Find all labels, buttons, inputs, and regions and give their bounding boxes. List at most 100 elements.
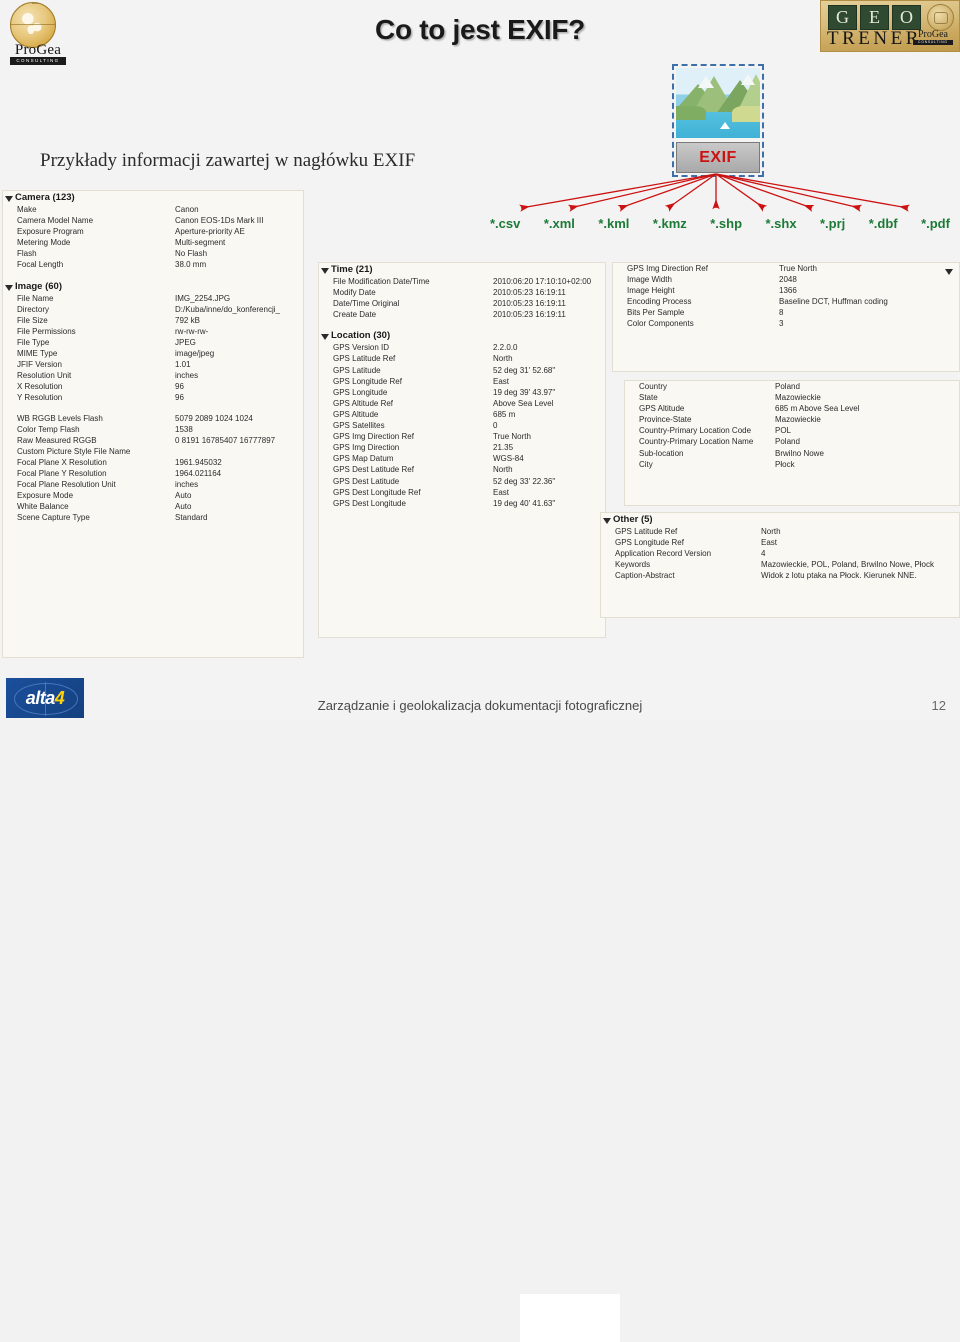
metadata-value: Above Sea Level (493, 398, 554, 408)
metadata-group-header[interactable]: Other (5) (601, 513, 959, 526)
metadata-value: 3 (779, 319, 784, 329)
metadata-row: GPS Dest Longitude 19 deg 40' 41.63" (319, 498, 605, 509)
metadata-value: 1964.021164 (175, 468, 222, 478)
metadata-row: File Size 792 kB (3, 315, 303, 326)
slide-canvas: ProGea CONSULTING G E O TRENER ProGea CO… (0, 0, 960, 1342)
metadata-value: Widok z lotu ptaka na Płock. Kierunek NN… (761, 571, 917, 581)
metadata-row: Focal Length 38.0 mm (3, 259, 303, 270)
metadata-key: WB RGGB Levels Flash (17, 413, 103, 423)
metadata-group-header[interactable]: Time (21) (319, 263, 605, 276)
metadata-row: Make Canon (3, 204, 303, 215)
metadata-value: 21.35 (493, 443, 514, 453)
metadata-value: East (493, 487, 510, 497)
metadata-value: 19 deg 40' 41.63" (493, 498, 556, 508)
metadata-row: Custom Picture Style File Name (3, 446, 303, 457)
metadata-value: Auto (175, 491, 192, 501)
metadata-row: Create Date 2010:05:23 16:19:11 (319, 309, 605, 320)
extension-pdf: *.pdf (921, 216, 950, 231)
metadata-value: D:/Kuba/inne/do_konferencji_ (175, 304, 280, 314)
metadata-row: Scene Capture Type Standard (3, 512, 303, 523)
metadata-key: GPS Dest Longitude Ref (333, 487, 421, 497)
metadata-row: Country-Primary Location Name Poland (625, 436, 959, 447)
metadata-key: Country-Primary Location Name (639, 437, 754, 447)
footer-white-patch (520, 1294, 620, 1342)
metadata-group-header[interactable]: Camera (123) (3, 191, 303, 204)
metadata-row: MIME Type image/jpeg (3, 348, 303, 359)
collapse-caret-icon[interactable] (945, 269, 953, 275)
metadata-value: 1366 (779, 286, 797, 296)
metadata-row: GPS Img Direction Ref True North (319, 431, 605, 442)
extension-shx: *.shx (765, 216, 797, 231)
metadata-row: GPS Longitude Ref East (601, 537, 959, 548)
seal-icon (927, 4, 954, 31)
metadata-key: Color Components (627, 319, 694, 329)
metadata-value: Multi-segment (175, 238, 226, 248)
metadata-value: 1538 (175, 424, 193, 434)
metadata-key: GPS Longitude Ref (615, 538, 684, 548)
metadata-row: GPS Dest Latitude Ref North (319, 464, 605, 475)
geotrener-partner-name: ProGea (918, 29, 948, 40)
metadata-value (175, 446, 303, 457)
metadata-key: Application Record Version (615, 549, 712, 559)
progea-logo: ProGea CONSULTING (4, 2, 76, 65)
metadata-row: Province-State Mazowieckie (625, 414, 959, 425)
metadata-row: Sub-location Brwilno Nowe (625, 448, 959, 459)
metadata-key: Sub-location (639, 448, 684, 458)
metadata-key: Country (639, 382, 668, 391)
metadata-value: 685 m Above Sea Level (775, 404, 860, 414)
metadata-value: Płock (775, 459, 795, 469)
metadata-row: GPS Latitude 52 deg 31' 52.68" (319, 365, 605, 376)
metadata-key: Directory (17, 304, 50, 314)
metadata-key: GPS Latitude Ref (615, 527, 678, 536)
metadata-row: GPS Img Direction Ref True North (613, 263, 959, 274)
metadata-value: 1.01 (175, 360, 191, 370)
metadata-row: Focal Plane Resolution Unit inches (3, 479, 303, 490)
metadata-key: JFIF Version (17, 360, 62, 370)
metadata-value: 96 (175, 382, 184, 392)
page-number: 12 (931, 698, 946, 713)
metadata-value: 38.0 mm (175, 260, 207, 270)
metadata-key: Image Height (627, 286, 675, 296)
metadata-value: 2010:05:23 16:19:11 (493, 288, 566, 298)
metadata-group-header[interactable]: Location (30) (319, 329, 605, 342)
metadata-row: GPS Version ID 2.2.0.0 (319, 342, 605, 353)
metadata-row: Bits Per Sample 8 (613, 307, 959, 318)
metadata-key: Custom Picture Style File Name (17, 446, 131, 456)
geotrener-letter-g: G (828, 5, 857, 30)
geotrener-letter-o: O (892, 5, 921, 30)
metadata-key: Date/Time Original (333, 299, 400, 309)
metadata-key: Create Date (333, 310, 377, 320)
metadata-row: Focal Plane Y Resolution 1964.021164 (3, 468, 303, 479)
metadata-row: JFIF Version 1.01 (3, 359, 303, 370)
extension-csv: *.csv (490, 216, 521, 231)
metadata-key: GPS Map Datum (333, 454, 394, 464)
metadata-key: GPS Dest Latitude Ref (333, 465, 414, 475)
metadata-row: GPS Dest Longitude Ref East (319, 487, 605, 498)
metadata-row: Keywords Mazowieckie, POL, Poland, Brwiln… (601, 559, 959, 570)
metadata-row: GPS Longitude 19 deg 39' 43.97" (319, 387, 605, 398)
extension-prj: *.prj (820, 216, 846, 231)
metadata-panel-right-middle: Country Poland State Mazowieckie GPS Altitud… (624, 380, 960, 506)
metadata-key: Exposure Mode (17, 491, 74, 501)
metadata-panel-left: Camera (123) Make Canon Camera Model Name Ca… (2, 190, 304, 658)
metadata-row: Country Poland (625, 381, 959, 392)
metadata-row: Color Components 3 (613, 318, 959, 329)
metadata-value: 52 deg 33' 22.36" (493, 476, 556, 486)
metadata-value: Standard (175, 513, 208, 523)
metadata-key: Encoding Process (627, 297, 692, 307)
metadata-key: File Modification Date/Time (333, 277, 430, 286)
extension-shp: *.shp (710, 216, 743, 231)
metadata-row: City Płock (625, 459, 959, 470)
metadata-group-header[interactable]: Image (60) (3, 280, 303, 293)
metadata-key: Exposure Program (17, 227, 84, 237)
metadata-key: GPS Longitude Ref (333, 376, 402, 386)
metadata-key: Camera Model Name (17, 216, 94, 226)
metadata-value: inches (175, 480, 199, 490)
metadata-row: WB RGGB Levels Flash 5079 2089 1024 1024 (3, 413, 303, 424)
metadata-row: State Mazowieckie (625, 392, 959, 403)
metadata-value: 2010:05:23 16:19:11 (493, 299, 566, 309)
metadata-row: GPS Latitude Ref North (319, 353, 605, 364)
metadata-value: rw-rw-rw- (175, 326, 209, 336)
geotrener-wordmark: TRENER (827, 28, 922, 49)
